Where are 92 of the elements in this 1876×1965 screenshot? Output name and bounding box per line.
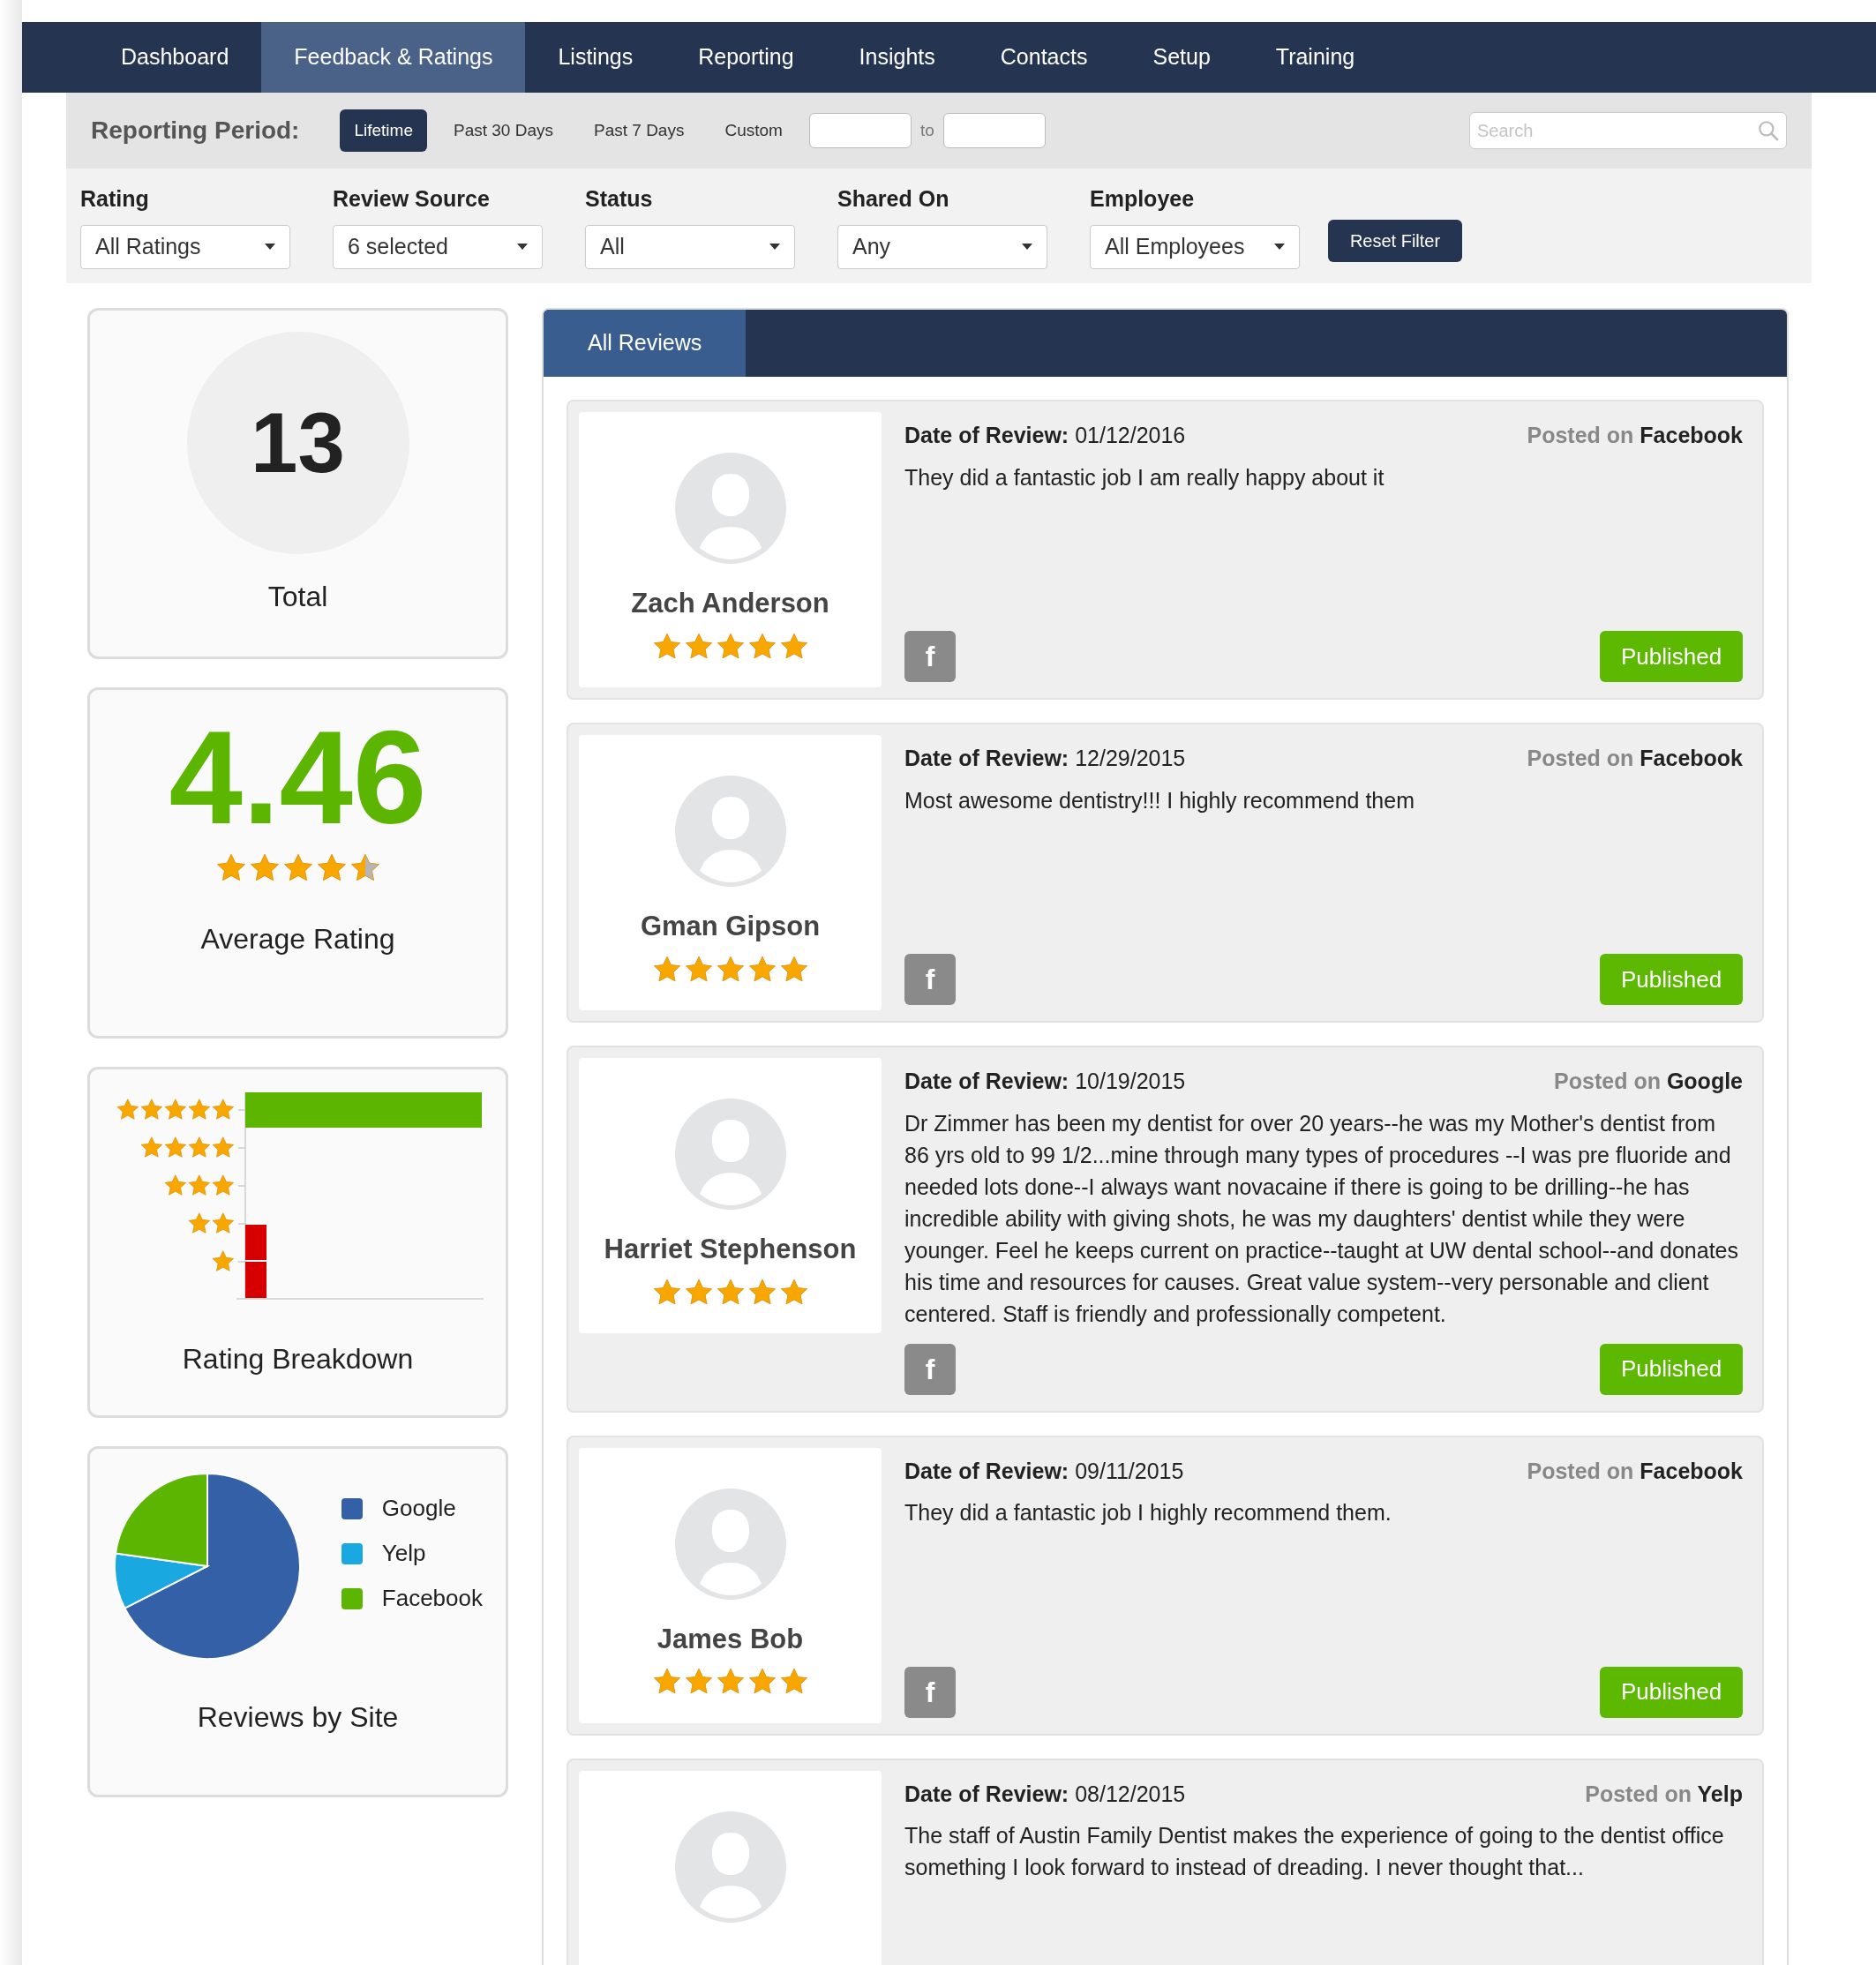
reviewer-name: Gman Gipson: [640, 910, 821, 943]
nav-tab[interactable]: Setup: [1120, 22, 1243, 93]
filter-dropdown[interactable]: Any: [837, 224, 1047, 269]
date-to-field[interactable]: [942, 113, 1046, 148]
nav-tab[interactable]: Reporting: [665, 22, 827, 93]
review-date: Date of Review: 10/19/2015: [904, 1068, 1186, 1095]
star-icon: [683, 954, 714, 985]
star-icon: [683, 1667, 714, 1697]
facebook-icon: f: [904, 1343, 956, 1395]
reviewer-name: Zach Anderson: [631, 587, 829, 620]
period-option[interactable]: Lifetime: [340, 109, 427, 152]
star-icon: [778, 631, 809, 662]
review-text: Most awesome dentistry!!! I highly recommend them: [904, 786, 1415, 814]
star-icon: [651, 954, 682, 985]
period-option[interactable]: Past 7 Days: [580, 109, 699, 152]
star-icon: [747, 1667, 777, 1697]
posted-on-label: Posted on Yelp: [1585, 1780, 1743, 1808]
star-icon: [651, 1667, 682, 1697]
legend-label: Google: [381, 1494, 456, 1523]
nav-tab[interactable]: Feedback & Ratings: [261, 22, 526, 93]
posted-on-label: Posted on Facebook: [1527, 745, 1743, 772]
nav-tab[interactable]: Training: [1242, 22, 1388, 93]
star-icon: [715, 954, 746, 985]
facebook-icon: f: [904, 631, 956, 682]
caret-icon: [517, 244, 528, 250]
star-icon: [651, 1277, 682, 1308]
filter-dropdown[interactable]: All Ratings: [80, 224, 290, 269]
average-rating-value: 4.46: [169, 711, 427, 844]
review-text: They did a fantastic job I am really happy about it: [904, 463, 1385, 491]
facebook-icon: f: [904, 954, 956, 1005]
review-text: The staff of Austin Family Dentist makes the experience of going to the dentist office something I look forward to instead of dreading. I never thought that...: [904, 1822, 1725, 1881]
avatar-silhouette-icon: [674, 1811, 786, 1923]
review-date: Date of Review: 01/12/2016: [904, 422, 1186, 449]
review-date: Date of Review: 08/12/2015: [904, 1780, 1186, 1808]
nav-tab[interactable]: Insights: [826, 22, 968, 93]
filter-dropdown[interactable]: 6 selected: [333, 224, 543, 269]
search-icon: [1757, 119, 1780, 142]
rating-breakdown-label: Rating Breakdown: [182, 1342, 414, 1376]
legend-label: Facebook: [381, 1584, 483, 1613]
filter-label: Status: [585, 185, 654, 213]
period-option[interactable]: Custom: [710, 109, 797, 152]
reviews-tab[interactable]: All Reviews: [544, 310, 747, 377]
facebook-icon: f: [904, 1666, 956, 1718]
filter-label: Employee: [1090, 185, 1196, 213]
review-date: Date of Review: 12/29/2015: [904, 745, 1186, 772]
filter-label: Shared On: [837, 185, 950, 213]
review-date: Date of Review: 09/11/2015: [904, 1457, 1184, 1485]
star-icon: [651, 631, 682, 662]
date-from-field[interactable]: [808, 113, 912, 148]
review-text: They did a fantastic job I highly recommend them.: [904, 1499, 1392, 1526]
caret-icon: [769, 244, 780, 250]
posted-on-label: Posted on Facebook: [1527, 422, 1743, 449]
posted-on-label: Posted on Facebook: [1527, 1457, 1743, 1485]
reporting-period-label: Reporting Period:: [91, 116, 300, 146]
star-icon: [747, 631, 777, 662]
star-icon: [715, 1667, 746, 1697]
total-count: 13: [251, 394, 345, 491]
star-icon: [715, 631, 746, 662]
caret-icon: [1022, 244, 1032, 250]
average-rating-label: Average Rating: [200, 922, 395, 956]
avatar-silhouette-icon: [674, 453, 786, 564]
star-icon: [778, 954, 809, 985]
avatar-silhouette-icon: [674, 1099, 786, 1210]
star-icon: [715, 1277, 746, 1308]
filter-label: Review Source: [333, 185, 491, 213]
reset-filter-button[interactable]: Reset Filter: [1328, 220, 1462, 262]
star-icon: [683, 1277, 714, 1308]
reviews-by-site-label: Reviews by Site: [197, 1700, 399, 1735]
caret-icon: [265, 244, 275, 250]
review-text: Dr Zimmer has been my dentist for over 20 years--he was my Mother's dentist from 86 yrs old to 99 1/2...mine through many types of procedures --I was pre fluoride and needed lots done--I always want novacaine if there is going to be drilling--he has incredible ability with giving shots, he was my daughters' dentist while they were younger. Feel he keeps current on practice--taught at UW dental school--and donates his time and resources for causes. Great value system--very personable and client centered. Staff is friendly and professionally competent.: [904, 1109, 1739, 1328]
nav-tab[interactable]: Listings: [525, 22, 666, 93]
to-label: to: [919, 119, 934, 141]
reviewer-name: James Bob: [657, 1622, 804, 1656]
posted-on-label: Posted on Google: [1554, 1068, 1743, 1095]
star-icon: [778, 1277, 809, 1308]
nav-tab[interactable]: Contacts: [967, 22, 1121, 93]
caret-icon: [1274, 244, 1285, 250]
search-field[interactable]: Search: [1469, 112, 1787, 149]
filter-dropdown[interactable]: All Employees: [1090, 224, 1300, 269]
star-icon: [747, 954, 777, 985]
filter-dropdown[interactable]: All: [585, 224, 795, 269]
nav-tab[interactable]: Dashboard: [88, 22, 262, 93]
avatar-silhouette-icon: [674, 1488, 786, 1600]
star-icon: [747, 1277, 777, 1308]
star-icon: [683, 631, 714, 662]
avatar-silhouette-icon: [674, 776, 786, 887]
period-option[interactable]: Past 30 Days: [439, 109, 567, 152]
legend-label: Yelp: [381, 1539, 426, 1568]
reviewer-name: Harriet Stephenson: [604, 1233, 857, 1266]
star-icon: [778, 1667, 809, 1697]
total-label: Total: [267, 580, 328, 614]
filter-label: Rating: [80, 185, 150, 213]
